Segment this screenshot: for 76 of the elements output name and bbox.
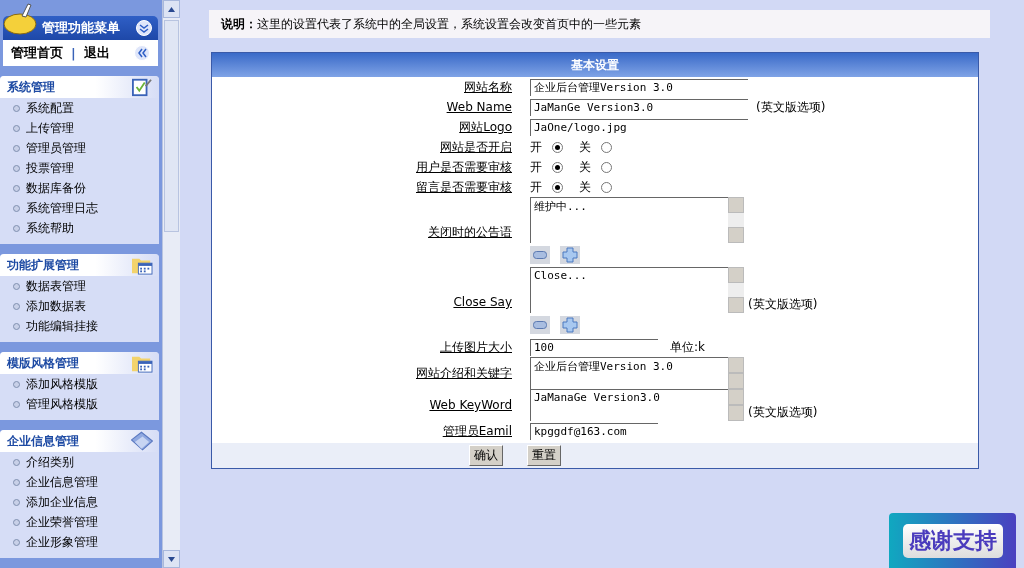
menu-item[interactable]: 添加数据表: [0, 296, 159, 316]
field-note: (英文版选项): [748, 404, 818, 421]
field-label: Web KeyWord: [429, 398, 512, 412]
separator: |: [71, 45, 76, 61]
collapse-icon[interactable]: [134, 45, 150, 61]
field-label: 留言是否需要审核: [416, 178, 512, 196]
scroll-thumb[interactable]: [164, 20, 179, 232]
menu-item[interactable]: 企业荣誉管理: [0, 512, 159, 532]
text-field[interactable]: JaOne/logo.jpg: [530, 118, 748, 136]
menu-item[interactable]: 投票管理: [0, 158, 159, 178]
notice-text: 说明：这里的设置代表了系统中的全局设置，系统设置会改变首页中的一些元素: [209, 10, 990, 38]
section-title: 功能扩展管理: [7, 256, 79, 274]
scroll-up-button[interactable]: [163, 0, 180, 18]
text-field[interactable]: JaManGe Version3.0: [530, 98, 748, 116]
edit-icon: [131, 77, 153, 97]
logo-icon: [2, 2, 40, 36]
field-note: (英文版选项): [756, 98, 826, 116]
menu-item[interactable]: 功能编辑挂接: [0, 316, 159, 336]
menu-item[interactable]: 系统配置: [0, 98, 159, 118]
scroll-down-button[interactable]: [163, 550, 180, 568]
shrink-button[interactable]: [530, 246, 550, 264]
radio-label: 开: [530, 138, 542, 156]
radio-label: 关: [579, 158, 591, 176]
radio-button[interactable]: [601, 181, 612, 193]
field-label: 网站Logo: [459, 118, 512, 136]
shrink-button[interactable]: [530, 316, 550, 334]
up-arrow-icon[interactable]: [168, 6, 175, 12]
form-button[interactable]: 重置: [527, 445, 561, 466]
down-arrow-icon[interactable]: [168, 556, 175, 562]
text-field[interactable]: kpggdf@163.com: [530, 422, 658, 440]
menu-item[interactable]: 管理员管理: [0, 138, 159, 158]
radio-button[interactable]: [552, 181, 563, 193]
form-button[interactable]: 确认: [469, 445, 503, 466]
cards-icon: [131, 431, 153, 451]
menu-item[interactable]: 系统管理日志: [0, 198, 159, 218]
expand-icon[interactable]: [136, 20, 152, 36]
minus-icon[interactable]: [533, 321, 547, 329]
nav-link[interactable]: 管理首页: [11, 44, 63, 62]
field-label: 网站名称: [464, 78, 512, 96]
field-label: Close Say: [453, 295, 512, 309]
menu-item[interactable]: 数据库备份: [0, 178, 159, 198]
section-title: 模版风格管理: [7, 354, 79, 372]
radio-button[interactable]: [601, 141, 612, 153]
minus-icon[interactable]: [533, 251, 547, 259]
radio-label: 开: [530, 178, 542, 196]
text-field[interactable]: 100: [530, 338, 658, 356]
radio-button[interactable]: [552, 141, 563, 153]
form-title: 基本设置: [212, 53, 978, 77]
menu-item[interactable]: 上传管理: [0, 118, 159, 138]
radio-label: 关: [579, 138, 591, 156]
menu-item[interactable]: 数据表管理: [0, 276, 159, 296]
radio-label: 开: [530, 158, 542, 176]
field-label: 网站是否开启: [440, 138, 512, 156]
menu-item[interactable]: 企业信息管理: [0, 472, 159, 492]
field-label: 用户是否需要审核: [416, 158, 512, 176]
field-label: Web Name: [446, 100, 512, 114]
menu-item[interactable]: 管理风格模版: [0, 394, 159, 414]
unit-label: 单位:k: [670, 338, 705, 356]
menu-item[interactable]: 企业形象管理: [0, 532, 159, 552]
field-note: (英文版选项): [748, 296, 818, 313]
menu-item[interactable]: 添加风格模版: [0, 374, 159, 394]
field-label: 管理员Eamil: [442, 422, 512, 440]
menu-item[interactable]: 添加企业信息: [0, 492, 159, 512]
radio-label: 关: [579, 178, 591, 196]
radio-button[interactable]: [552, 161, 563, 173]
field-label: 关闭时的公告语: [428, 223, 512, 241]
radio-button[interactable]: [601, 161, 612, 173]
thanks-badge: 感谢支持: [889, 513, 1016, 568]
section-title: 系统管理: [7, 78, 55, 96]
nav-link[interactable]: 退出: [83, 44, 110, 62]
field-label: 网站介绍和关键字: [416, 364, 512, 382]
field-label: 上传图片大小: [440, 338, 512, 356]
text-field[interactable]: 企业后台管理Version 3.0: [530, 78, 748, 96]
menu-item[interactable]: 介绍类别: [0, 452, 159, 472]
section-title: 企业信息管理: [7, 432, 79, 450]
menu-item[interactable]: 系统帮助: [0, 218, 159, 238]
